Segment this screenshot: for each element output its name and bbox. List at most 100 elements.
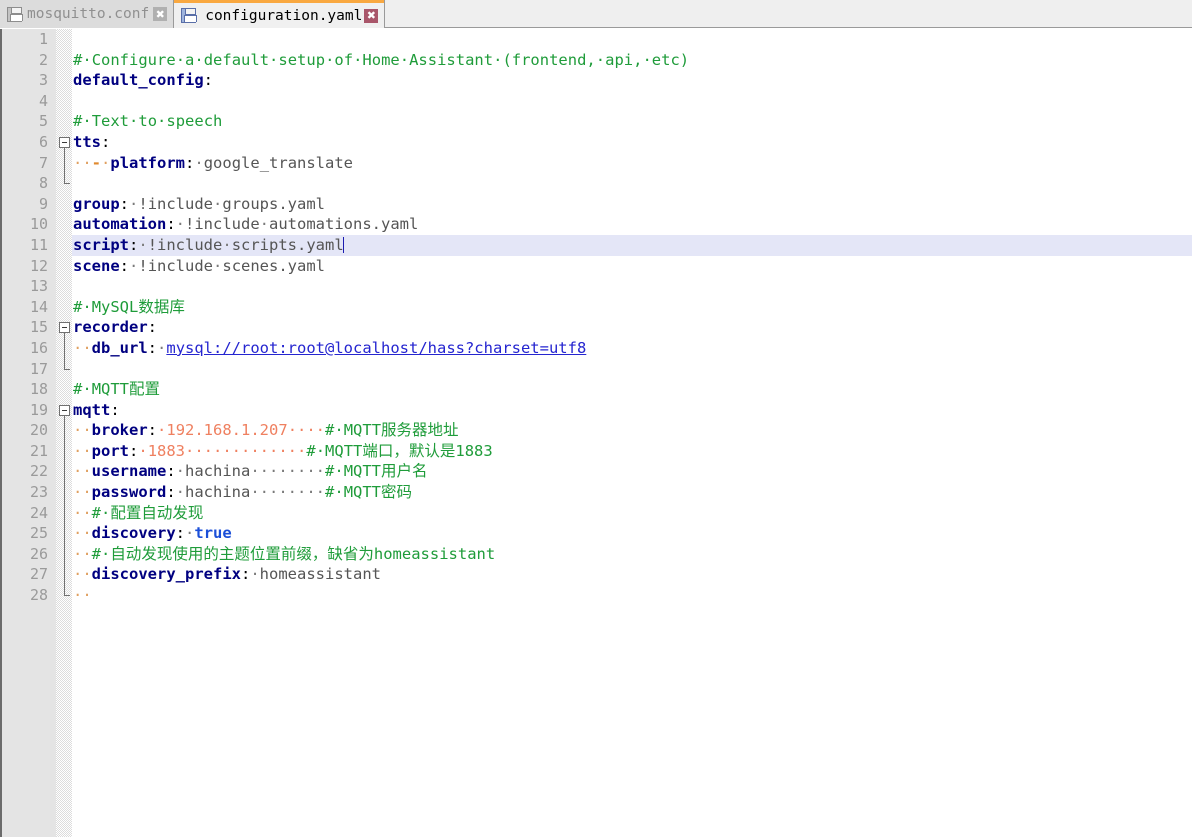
- code-line-current[interactable]: script:·!include·scripts.yaml: [72, 234, 1192, 256]
- code-token: 配置: [129, 380, 161, 399]
- code-token: ·: [129, 194, 139, 213]
- code-line[interactable]: ··username:·hachina········#·MQTT用户名: [72, 461, 1192, 482]
- code-token: ·: [129, 112, 139, 131]
- code-token: ·: [334, 421, 344, 440]
- code-token: MySQL: [91, 297, 139, 316]
- line-number-label: 13: [29, 277, 48, 296]
- line-number: 4: [2, 91, 56, 112]
- code-token: ··: [73, 586, 92, 605]
- line-number: 24: [2, 503, 56, 524]
- code-token: broker: [91, 421, 148, 440]
- close-icon[interactable]: ✖: [153, 7, 168, 21]
- code-token: #: [73, 112, 83, 131]
- code-line[interactable]: ··#·配置自动发现: [72, 503, 1192, 524]
- line-number: 18: [2, 379, 56, 400]
- fold-range-line: [64, 415, 65, 596]
- code-line-text: #·MySQL数据库: [72, 297, 185, 318]
- line-number-label: 1: [38, 30, 48, 48]
- code-line[interactable]: [72, 173, 1192, 194]
- line-number-label: 2: [38, 50, 48, 69]
- code-token: script: [73, 235, 129, 254]
- code-token: #: [325, 462, 335, 481]
- code-token: ·: [157, 421, 167, 440]
- code-line[interactable]: ··: [72, 585, 1192, 606]
- line-number: 5: [2, 111, 56, 132]
- line-number: 17: [2, 359, 56, 380]
- line-number: 12: [2, 256, 56, 277]
- code-token: ·: [138, 441, 148, 460]
- line-number: 8: [2, 173, 56, 194]
- fold-margin[interactable]: [56, 29, 72, 837]
- code-line[interactable]: #·MySQL数据库: [72, 297, 1192, 318]
- code-line[interactable]: ··db_url:·mysql://root:root@localhost/ha…: [72, 338, 1192, 359]
- code-token: ··: [73, 421, 92, 440]
- code-token: :: [175, 524, 186, 543]
- code-line[interactable]: [72, 276, 1192, 297]
- code-token: ··: [73, 524, 92, 543]
- line-number: 14: [2, 297, 56, 318]
- fold-minus-icon[interactable]: [59, 404, 70, 416]
- code-token: tts: [73, 132, 101, 151]
- line-number: 20: [2, 420, 56, 441]
- code-line[interactable]: ··#·自动发现使用的主题位置前缀，缺省为homeassistant: [72, 544, 1192, 565]
- code-line-text: ··: [72, 585, 92, 606]
- code-line-text: script:·!include·scripts.yaml: [72, 235, 344, 256]
- code-line[interactable]: #·MQTT配置: [72, 379, 1192, 400]
- code-token: ·: [175, 50, 186, 69]
- fold-range-end: [64, 183, 70, 185]
- code-line-text: ··port:·1883·············#·MQTT端口，默认是188…: [72, 441, 493, 462]
- code-line[interactable]: [72, 91, 1192, 112]
- code-line[interactable]: ··-·platform:·google_translate: [72, 153, 1192, 174]
- close-icon[interactable]: ✖: [364, 8, 379, 23]
- code-line[interactable]: tts:: [72, 132, 1192, 153]
- code-token: ·: [269, 50, 279, 69]
- line-number-label: 16: [29, 338, 48, 357]
- tab-label: mosquitto.conf: [27, 6, 150, 22]
- line-number-label: 17: [29, 359, 48, 378]
- code-line-text: ··#·自动发现使用的主题位置前缀，缺省为homeassistant: [72, 544, 495, 565]
- code-line[interactable]: recorder:: [72, 317, 1192, 338]
- code-line[interactable]: ··port:·1883·············#·MQTT端口，默认是188…: [72, 441, 1192, 462]
- code-line[interactable]: [72, 359, 1192, 380]
- code-line-text: #·Configure·a·default·setup·of·Home·Assi…: [72, 50, 689, 71]
- code-token: #: [73, 380, 83, 399]
- code-token: true: [194, 524, 232, 543]
- fold-minus-icon[interactable]: [59, 137, 70, 148]
- code-token: ·: [334, 483, 344, 502]
- code-line[interactable]: mqtt:: [72, 400, 1192, 421]
- code-text-area[interactable]: #·Configure·a·default·setup·of·Home·Assi…: [72, 29, 1192, 837]
- code-token: -: [91, 153, 102, 172]
- line-number-label: 19: [29, 400, 48, 419]
- code-line-text: ··discovery:·true: [72, 523, 232, 544]
- code-line[interactable]: #·Configure·a·default·setup·of·Home·Assi…: [72, 50, 1192, 71]
- code-line[interactable]: ··discovery_prefix:·homeassistant: [72, 564, 1192, 585]
- code-line[interactable]: ··discovery:·true: [72, 523, 1192, 544]
- code-token: ··: [73, 441, 92, 460]
- fold-minus-icon[interactable]: [59, 322, 70, 334]
- line-number-label: 28: [29, 586, 48, 605]
- code-token: a: [185, 50, 195, 69]
- code-token: recorder: [73, 318, 148, 337]
- code-token: password: [91, 483, 167, 502]
- tab-mosquitto-conf[interactable]: mosquitto.conf ✖: [0, 0, 175, 28]
- code-line[interactable]: group:·!include·groups.yaml: [72, 194, 1192, 215]
- code-token: setup: [278, 50, 326, 69]
- line-number: 7: [2, 153, 56, 174]
- code-token: MQTT: [325, 441, 363, 460]
- code-line[interactable]: default_config:: [72, 70, 1192, 91]
- code-line[interactable]: ··password:·hachina········#·MQTT密码: [72, 482, 1192, 503]
- code-line[interactable]: #·Text·to·speech: [72, 111, 1192, 132]
- code-token: #: [325, 421, 335, 440]
- tab-configuration-yaml[interactable]: configuration.yaml ✖: [174, 0, 386, 28]
- code-line[interactable]: ··broker:·192.168.1.207····#·MQTT服务器地址: [72, 420, 1192, 441]
- code-token: ·: [175, 215, 186, 234]
- code-line[interactable]: automation:·!include·automations.yaml: [72, 214, 1192, 235]
- code-token: MQTT: [343, 483, 382, 502]
- editor-area[interactable]: 1 2 3 4 5 6 7 8 9 10 11 12 13 14 15 16 17 18 19 20 21 22 23 24 2…: [0, 29, 1192, 837]
- line-number: 1: [2, 29, 56, 50]
- code-line[interactable]: [72, 29, 1192, 50]
- floppy-disk-icon: [181, 8, 198, 23]
- code-token: port: [91, 441, 129, 460]
- code-line[interactable]: scene:·!include·scenes.yaml: [72, 256, 1192, 277]
- code-token: #: [91, 544, 102, 563]
